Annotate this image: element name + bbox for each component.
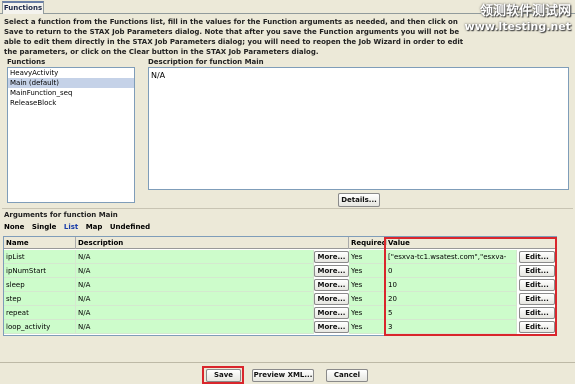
edit-button[interactable]: Edit...	[519, 265, 555, 277]
arg-name-cell[interactable]: ipList	[4, 250, 76, 264]
footer-divider	[0, 362, 575, 363]
table-row[interactable]: step N/A More... Yes 20 Edit...	[4, 292, 556, 306]
watermark-line1: 领测软件测试网	[479, 4, 571, 19]
arg-name-cell[interactable]: sleep	[4, 278, 76, 292]
arg-description-cell[interactable]: N/A	[76, 292, 314, 306]
type-list[interactable]: List	[64, 223, 78, 231]
arg-required-cell: Yes	[349, 320, 386, 334]
more-button[interactable]: More...	[314, 279, 349, 291]
arg-description-cell[interactable]: N/A	[76, 264, 314, 278]
more-button[interactable]: More...	[314, 321, 349, 333]
save-button[interactable]: Save	[206, 369, 241, 382]
table-row[interactable]: ipNumStart N/A More... Yes 0 Edit...	[4, 264, 556, 278]
arg-description-cell[interactable]: N/A	[76, 320, 314, 334]
function-item[interactable]: MainFunction_seq	[8, 88, 134, 98]
arguments-label: Arguments for function Main	[4, 211, 118, 219]
preview-xml-button[interactable]: Preview XML...	[252, 369, 314, 382]
arg-value-cell[interactable]: ["esxva-tc1.wsatest.com","esxva-	[386, 250, 517, 264]
instructions-text: Select a function from the Functions lis…	[4, 18, 464, 56]
function-item[interactable]: HeavyActivity	[8, 68, 134, 78]
table-row[interactable]: sleep N/A More... Yes 10 Edit...	[4, 278, 556, 292]
more-button[interactable]: More...	[314, 307, 349, 319]
tab-functions[interactable]: Functions	[2, 1, 44, 14]
arg-value-cell[interactable]: 10	[386, 278, 517, 292]
arg-required-cell: Yes	[349, 250, 386, 264]
arg-name-cell[interactable]: repeat	[4, 306, 76, 320]
arg-description-cell[interactable]: N/A	[76, 306, 314, 320]
details-button[interactable]: Details...	[338, 193, 380, 207]
type-single[interactable]: Single	[32, 223, 57, 231]
arg-name-cell[interactable]: step	[4, 292, 76, 306]
more-button[interactable]: More...	[314, 293, 349, 305]
watermark-logo: 领测软件测试网 www.ltesting.net	[465, 4, 571, 33]
description-label: Description for function Main	[148, 58, 264, 66]
description-text: N/A	[151, 71, 166, 80]
edit-button[interactable]: Edit...	[519, 279, 555, 291]
arg-required-cell: Yes	[349, 292, 386, 306]
functions-label: Functions	[7, 58, 46, 66]
arg-required-cell: Yes	[349, 306, 386, 320]
function-item-selected[interactable]: Main (default)	[8, 78, 134, 88]
more-button[interactable]: More...	[314, 251, 349, 263]
arg-description-cell[interactable]: N/A	[76, 250, 314, 264]
arg-description-cell[interactable]: N/A	[76, 278, 314, 292]
column-header-value[interactable]: Value	[386, 237, 558, 249]
table-row[interactable]: ipList N/A More... Yes ["esxva-tc1.wsatest.c…	[4, 250, 556, 264]
edit-button[interactable]: Edit...	[519, 251, 555, 263]
type-undefined[interactable]: Undefined	[110, 223, 150, 231]
edit-button[interactable]: Edit...	[519, 307, 555, 319]
more-button[interactable]: More...	[314, 265, 349, 277]
arg-name-cell[interactable]: ipNumStart	[4, 264, 76, 278]
arg-value-cell[interactable]: 20	[386, 292, 517, 306]
arg-value-cell[interactable]: 0	[386, 264, 517, 278]
arguments-table: Name Description Required Value ipList N/…	[3, 236, 557, 336]
description-text-area[interactable]: N/A	[148, 67, 569, 190]
type-none[interactable]: None	[4, 223, 24, 231]
column-header-name[interactable]: Name	[4, 237, 76, 249]
arg-name-cell[interactable]: loop_activity	[4, 320, 76, 334]
group-divider	[2, 208, 573, 209]
function-item[interactable]: ReleaseBlock	[8, 98, 134, 108]
table-row[interactable]: loop_activity N/A More... Yes 3 Edit...	[4, 320, 556, 334]
arg-required-cell: Yes	[349, 278, 386, 292]
arg-required-cell: Yes	[349, 264, 386, 278]
arg-value-cell[interactable]: 3	[386, 320, 517, 334]
edit-button[interactable]: Edit...	[519, 321, 555, 333]
column-header-required[interactable]: Required	[349, 237, 387, 249]
argument-type-bar: None Single List Map Undefined	[4, 223, 155, 231]
cancel-button[interactable]: Cancel	[326, 369, 368, 382]
column-header-description[interactable]: Description	[76, 237, 349, 249]
edit-button[interactable]: Edit...	[519, 293, 555, 305]
type-map[interactable]: Map	[86, 223, 103, 231]
watermark-line2: www.ltesting.net	[464, 20, 571, 33]
functions-list[interactable]: HeavyActivity Main (default) MainFunctio…	[7, 67, 135, 203]
table-header: Name Description Required Value	[4, 237, 556, 249]
arg-value-cell[interactable]: 5	[386, 306, 517, 320]
table-row[interactable]: repeat N/A More... Yes 5 Edit...	[4, 306, 556, 320]
